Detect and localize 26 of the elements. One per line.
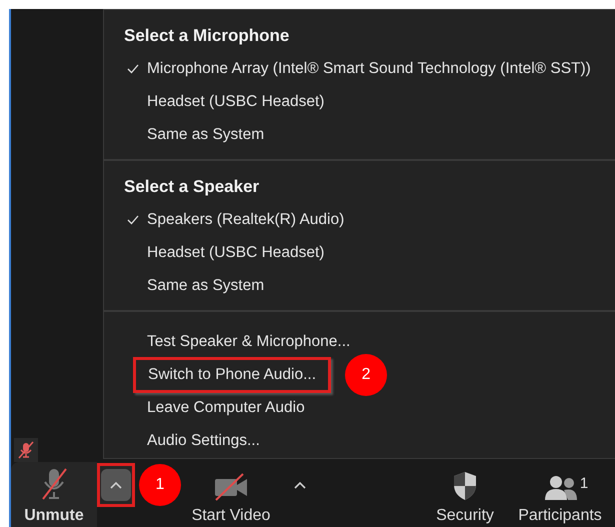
menu-item[interactable]: Speakers (Realtek(R) Audio) xyxy=(124,202,348,238)
caret-icon xyxy=(101,468,131,500)
people-icon xyxy=(544,475,578,501)
caret-icon xyxy=(294,480,306,488)
menu-item[interactable]: Audio Settings... xyxy=(124,422,263,458)
security-button[interactable]: Security xyxy=(425,462,505,527)
step-number-badge: 1 xyxy=(139,464,181,506)
participants-button[interactable]: 1 Participants xyxy=(505,462,615,527)
unmute-button[interactable]: Unmute xyxy=(11,462,97,527)
checkmark-icon xyxy=(127,214,139,224)
step-number-badge: 2 xyxy=(345,354,388,396)
menu-item[interactable]: Microphone Array (Intel® Smart Sound Technology (Intel® SST)) xyxy=(124,50,594,86)
caret-button[interactable] xyxy=(97,462,135,506)
menu-item[interactable]: Headset (USBC Headset) xyxy=(124,234,328,270)
muted-mic-icon xyxy=(14,438,38,462)
participant-count: 1 xyxy=(580,475,588,492)
menu-item[interactable]: Headset (USBC Headset) xyxy=(124,84,328,120)
menu-item[interactable]: Same as System xyxy=(124,268,268,304)
start-video-button[interactable]: Start Video xyxy=(181,462,281,527)
section-heading: Select a Microphone xyxy=(123,26,290,47)
section-heading: Select a Speaker xyxy=(123,177,260,198)
checkmark-icon xyxy=(127,64,139,74)
menu-item[interactable]: Same as System xyxy=(124,116,268,152)
menu-item[interactable]: Switch to Phone Audio... xyxy=(133,356,332,392)
shield-icon xyxy=(452,471,478,501)
menu-item[interactable]: Leave Computer Audio xyxy=(124,390,308,426)
